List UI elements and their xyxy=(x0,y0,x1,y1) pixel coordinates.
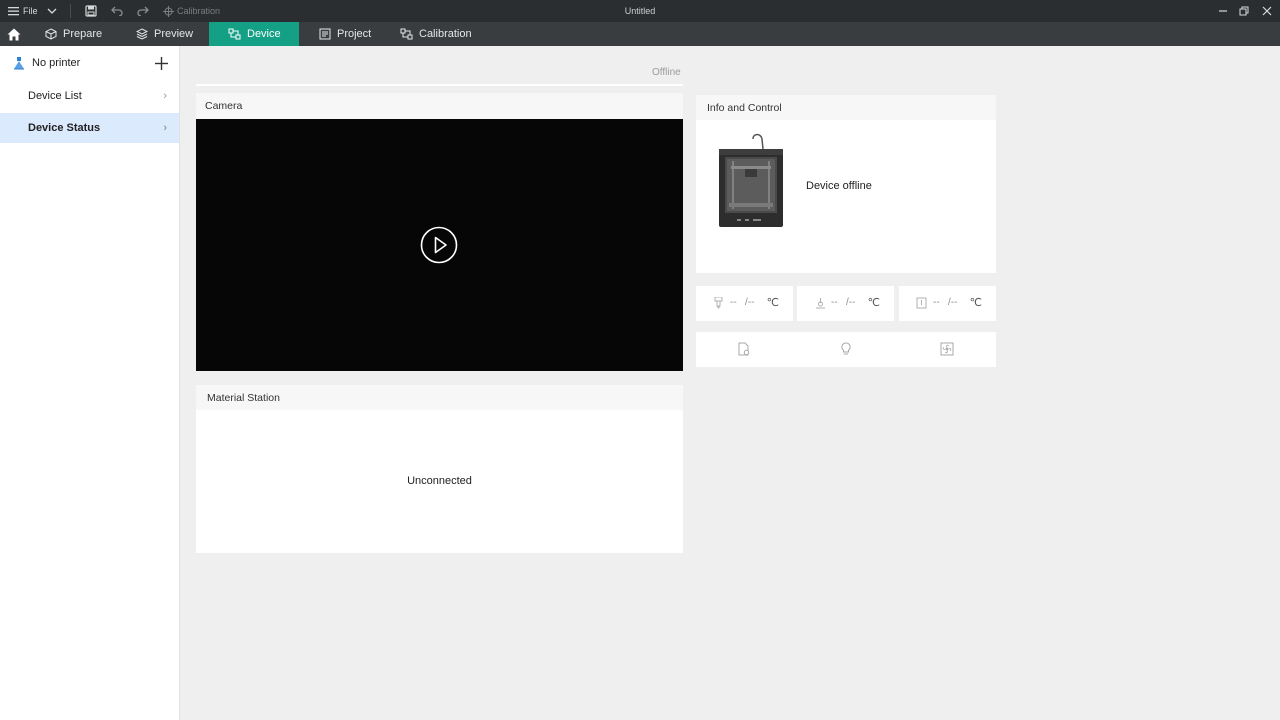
sidebar-item-device-status[interactable]: Device Status › xyxy=(0,113,179,143)
nozzle-temp[interactable]: -- /-- ℃ xyxy=(696,286,793,321)
add-printer-button[interactable] xyxy=(155,57,168,75)
printer-label: No printer xyxy=(32,57,81,69)
close-button[interactable] xyxy=(1262,0,1272,22)
material-station-body: Unconnected xyxy=(196,410,683,553)
tab-calibration-label: Calibration xyxy=(419,28,472,40)
plus-icon xyxy=(155,57,168,70)
calibration-icon xyxy=(400,28,413,40)
tab-calibration[interactable]: Calibration xyxy=(400,22,472,46)
file-menu-label: File xyxy=(23,6,38,16)
material-station-title: Material Station xyxy=(207,391,280,404)
connection-status: Offline xyxy=(652,67,681,78)
restore-icon xyxy=(1239,6,1249,16)
tab-prepare-label: Prepare xyxy=(63,28,103,40)
restore-button[interactable] xyxy=(1239,0,1250,22)
camera-panel-title: Camera xyxy=(205,100,243,112)
fan-icon[interactable] xyxy=(940,342,954,356)
hamburger-icon xyxy=(8,7,19,16)
calibration-icon xyxy=(163,5,174,17)
sidebar-item-label: Device Status xyxy=(28,122,101,134)
undo-icon xyxy=(111,6,123,16)
dropdown-button[interactable] xyxy=(47,0,57,22)
calibration-shortcut[interactable]: Calibration xyxy=(163,0,220,22)
title-bar: File Calibration Untitled xyxy=(0,0,1280,22)
tab-prepare[interactable]: Prepare xyxy=(45,22,102,46)
tab-preview-label: Preview xyxy=(154,28,194,40)
file-settings-icon[interactable] xyxy=(737,342,751,356)
bed-unit: ℃ xyxy=(867,297,880,309)
camera-panel-header: Camera xyxy=(196,93,683,119)
minimize-button[interactable] xyxy=(1218,0,1228,22)
sidebar-item-label: Device List xyxy=(28,90,82,102)
nozzle-unit: ℃ xyxy=(766,297,779,309)
printer-icon xyxy=(14,57,24,70)
file-menu[interactable]: File xyxy=(8,0,38,22)
play-icon[interactable] xyxy=(420,226,458,264)
calibration-shortcut-label: Calibration xyxy=(177,6,221,16)
material-station-header: Material Station xyxy=(196,385,683,410)
sidebar-item-device-list[interactable]: Device List › xyxy=(0,81,179,111)
chamber-current: -- xyxy=(933,297,940,308)
info-panel-header: Info and Control xyxy=(696,95,996,120)
nozzle-icon xyxy=(714,297,723,309)
tab-device[interactable]: Device xyxy=(209,22,299,46)
info-panel-title: Info and Control xyxy=(707,101,782,114)
cube-icon xyxy=(45,28,57,40)
chamber-icon xyxy=(916,297,927,309)
chevron-down-icon xyxy=(47,8,57,14)
bed-temp[interactable]: -- /-- ℃ xyxy=(797,286,894,321)
layers-icon xyxy=(136,28,148,40)
chevron-right-icon: › xyxy=(163,122,167,134)
chamber-temp[interactable]: -- /-- ℃ xyxy=(899,286,996,321)
tab-project-label: Project xyxy=(337,28,372,40)
tab-project[interactable]: Project xyxy=(319,22,371,46)
divider xyxy=(196,84,683,86)
bed-target: /-- xyxy=(846,297,856,308)
project-icon xyxy=(319,28,331,40)
nozzle-target: /-- xyxy=(745,297,755,308)
light-bulb-icon[interactable] xyxy=(839,342,853,356)
tab-device-label: Device xyxy=(247,28,281,40)
chamber-unit: ℃ xyxy=(969,297,982,309)
close-icon xyxy=(1262,6,1272,16)
bed-current: -- xyxy=(831,297,838,308)
nozzle-current: -- xyxy=(730,297,737,308)
divider xyxy=(70,4,71,18)
chamber-target: /-- xyxy=(948,297,958,308)
device-sidebar: No printer Device List › Device Status › xyxy=(0,46,180,720)
save-button[interactable] xyxy=(85,0,97,22)
device-state: Device offline xyxy=(806,180,872,192)
home-button[interactable] xyxy=(0,22,27,46)
control-bar xyxy=(696,332,996,367)
device-icon xyxy=(228,28,241,40)
camera-view[interactable] xyxy=(196,119,683,371)
undo-button[interactable] xyxy=(111,0,123,22)
chevron-right-icon: › xyxy=(163,90,167,102)
save-icon xyxy=(85,5,97,17)
printer-image xyxy=(719,133,783,227)
tab-preview[interactable]: Preview xyxy=(136,22,193,46)
main-tab-bar: Prepare Preview Device Project Calibrati… xyxy=(0,22,1280,46)
printer-selector[interactable]: No printer xyxy=(0,48,179,78)
home-icon xyxy=(7,28,20,40)
minimize-icon xyxy=(1219,10,1227,12)
redo-icon xyxy=(137,6,149,16)
material-station-state: Unconnected xyxy=(407,475,472,487)
bed-icon xyxy=(816,298,825,309)
info-panel-body: Device offline xyxy=(696,120,996,273)
redo-button[interactable] xyxy=(137,0,149,22)
